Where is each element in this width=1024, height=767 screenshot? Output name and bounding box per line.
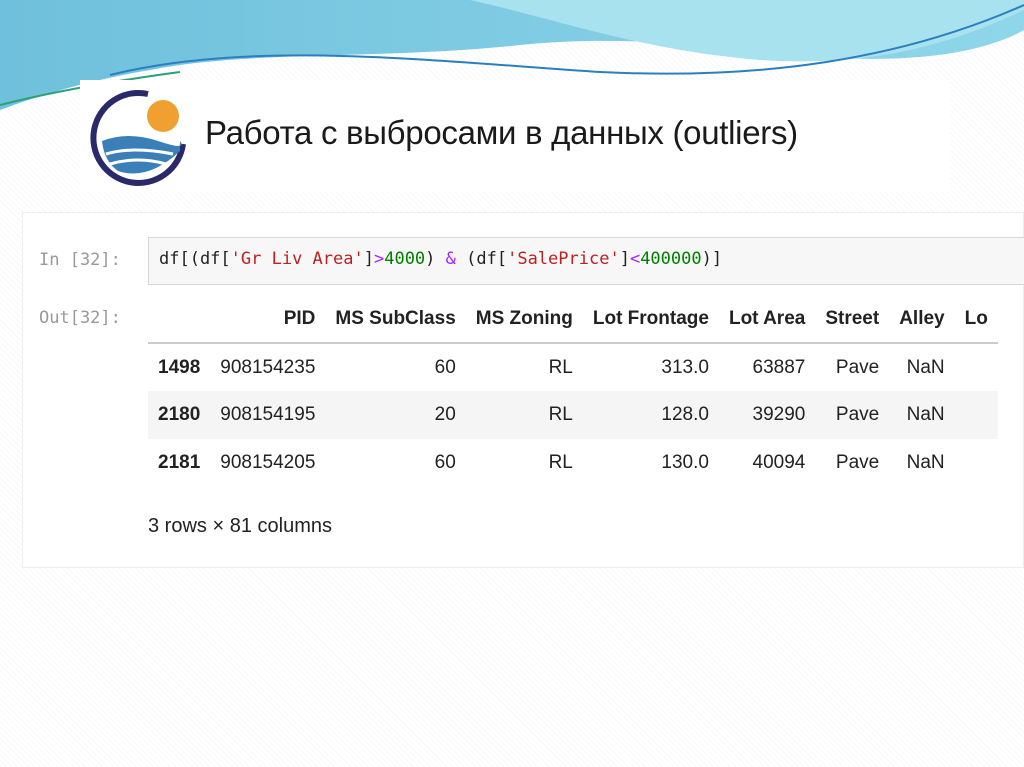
- column-header: MS SubClass: [325, 295, 466, 344]
- code-operator: &: [445, 249, 456, 269]
- table-cell: 908154205: [220, 452, 316, 473]
- table-row: 1498 908154235 60 RL 313.0 63887 Pave NaN: [148, 343, 998, 391]
- table-cell: 313.0: [661, 356, 709, 378]
- table-cell: [955, 391, 998, 439]
- slide-title: Работа с выбросами в данных (outliers): [205, 114, 798, 151]
- code-input[interactable]: df[(df['Gr Liv Area']>4000) & (df['SaleP…: [148, 237, 1024, 285]
- table-cell: [955, 439, 998, 487]
- row-index: 2181: [158, 452, 201, 473]
- table-cell: RL: [548, 452, 573, 473]
- code-operator: <: [629, 249, 641, 269]
- code-operator: >: [373, 249, 385, 269]
- table-cell: Pave: [835, 356, 880, 378]
- table-row: 2181 908154205 60 RL 130.0 40094 Pave NaN: [148, 439, 998, 487]
- table-cell: 60: [434, 452, 456, 473]
- row-index: 2180: [158, 404, 201, 425]
- input-prompt: In [32]:: [39, 250, 121, 270]
- column-header: Lot Area: [718, 295, 816, 344]
- dataframe-output: PID MS SubClass MS Zoning Lot Frontage Lot A…: [148, 295, 1024, 487]
- code-token: )]: [701, 249, 723, 269]
- table-cell: RL: [548, 356, 573, 378]
- row-index: 1498: [158, 356, 201, 378]
- table-cell: NaN: [906, 356, 945, 378]
- table-cell: 128.0: [661, 404, 709, 425]
- code-token: (df[: [455, 249, 508, 269]
- table-cell: [955, 343, 998, 391]
- column-header: Lo: [954, 295, 998, 344]
- code-number: 4000: [384, 249, 426, 269]
- header-row: PID MS SubClass MS Zoning Lot Frontage Lot A…: [148, 295, 998, 344]
- column-header: Street: [815, 295, 890, 344]
- table-cell: NaN: [906, 404, 945, 425]
- code-string: 'Gr Liv Area': [230, 249, 364, 269]
- code-token: df[(df[: [159, 249, 231, 269]
- table-cell: 60: [434, 356, 456, 378]
- column-header: Lot Frontage: [582, 295, 719, 344]
- notebook-cell: In [32]: df[(df['Gr Liv Area']>4000) & (…: [22, 212, 1024, 568]
- table-cell: RL: [548, 404, 573, 425]
- dataframe-shape: 3 rows × 81 columns: [148, 515, 332, 537]
- table-cell: 40094: [752, 452, 806, 473]
- table-row: 2180 908154195 20 RL 128.0 39290 Pave NaN: [148, 391, 998, 439]
- table-cell: 130.0: [661, 452, 709, 473]
- code-token: ]: [619, 249, 630, 269]
- dataframe-table: PID MS SubClass MS Zoning Lot Frontage Lot A…: [148, 295, 998, 487]
- output-prompt: Out[32]:: [39, 308, 121, 328]
- table-cell: NaN: [906, 452, 945, 473]
- table-cell: 63887: [752, 356, 806, 378]
- table-cell: 908154235: [220, 356, 316, 378]
- table-cell: 908154195: [220, 404, 316, 425]
- column-header: PID: [210, 295, 326, 344]
- column-header: Alley: [889, 295, 955, 344]
- column-header: MS Zoning: [465, 295, 583, 344]
- table-cell: Pave: [835, 452, 880, 473]
- logo-icon: [90, 89, 186, 186]
- code-token: ): [425, 249, 446, 269]
- table-cell: 39290: [752, 404, 806, 425]
- column-header: [148, 295, 211, 344]
- code-token: ]: [363, 249, 374, 269]
- code-string: 'SalePrice': [507, 249, 620, 269]
- table-cell: Pave: [835, 404, 880, 425]
- table-cell: 20: [434, 404, 456, 425]
- code-number: 400000: [640, 249, 702, 269]
